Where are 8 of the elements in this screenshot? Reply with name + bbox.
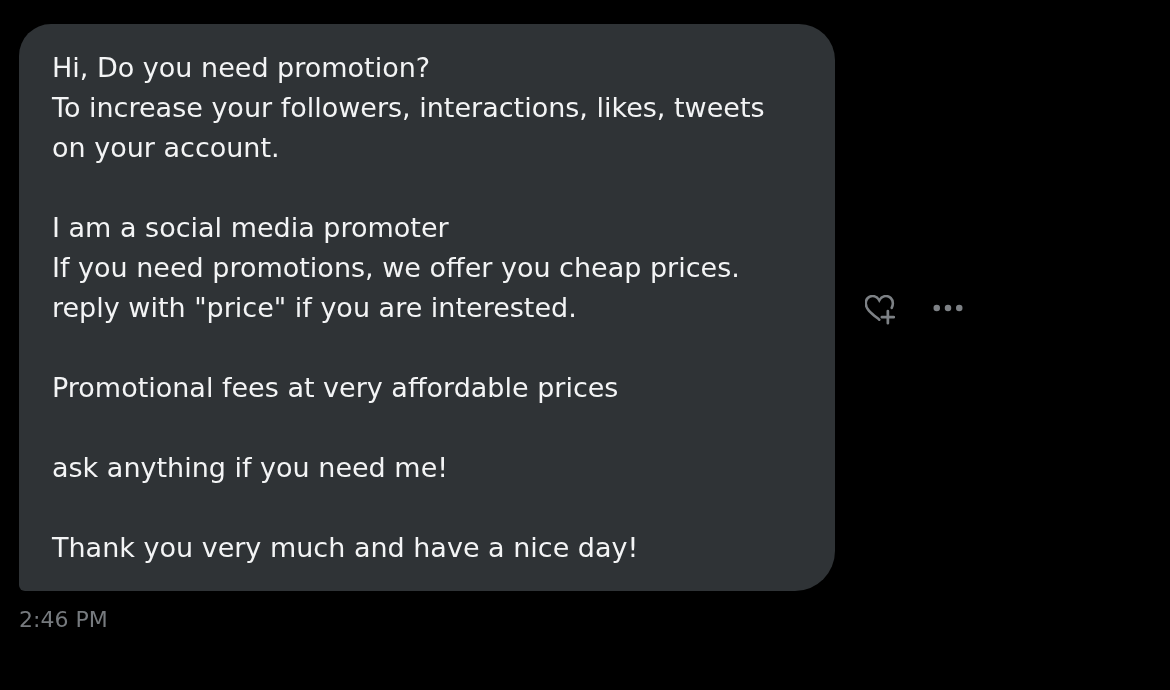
message-paragraph: ask anything if you need me! [52, 451, 450, 485]
heart-plus-icon[interactable] [865, 294, 895, 325]
message-paragraph: Thank you very much and have a nice day! [52, 531, 640, 565]
more-options-icon[interactable] [933, 303, 963, 312]
message-paragraph: Promotional fees at very affordable prices [52, 371, 620, 405]
message-paragraph: I am a social media promoter If you need promotions, we offer you cheap prices. reply with "price" if you are interested. [52, 211, 741, 325]
message-timestamp: 2:46 PM [19, 607, 108, 633]
message-paragraph: Hi, Do you need promotion? To increase your followers, interactions, likes, tweets on your account. [52, 51, 766, 165]
